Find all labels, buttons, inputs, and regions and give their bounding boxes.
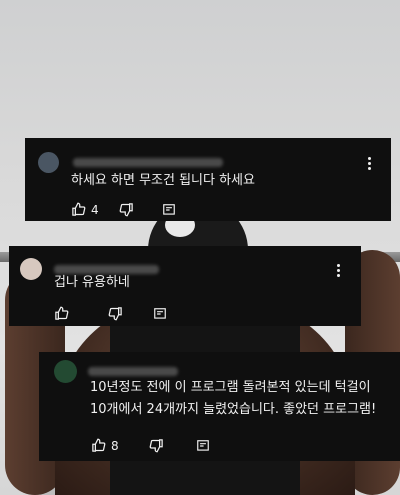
- thumb-down-icon: [149, 439, 163, 453]
- thumb-up-icon: [92, 438, 106, 452]
- blurred-username: [88, 367, 178, 376]
- comment-text-line-2: 10개에서 24개까지 늘렸었습니다. 좋았던 프로그램!: [90, 402, 377, 417]
- thumb-up-icon: [72, 202, 86, 216]
- reply-button[interactable]: [153, 307, 167, 321]
- comment-card-3: 10년정도 전에 이 프로그램 돌려본적 있는데 턱걸이 10개에서 24개까지…: [39, 352, 400, 461]
- user-avatar[interactable]: [54, 360, 77, 383]
- dislike-button[interactable]: [149, 438, 164, 453]
- dislike-button[interactable]: [119, 202, 134, 217]
- blurred-username: [73, 158, 223, 167]
- thumb-down-icon: [108, 307, 122, 321]
- comment-card-2: 겁나 유용하네: [9, 246, 361, 326]
- reply-button[interactable]: [196, 439, 210, 453]
- like-button[interactable]: 8: [91, 438, 119, 453]
- like-button[interactable]: [54, 306, 74, 321]
- more-vert-icon[interactable]: [367, 157, 371, 170]
- reply-icon: [162, 203, 175, 215]
- thumb-up-icon: [55, 306, 69, 320]
- comment-text: 하세요 하면 무조건 됩니다 하세요: [71, 173, 255, 188]
- user-avatar[interactable]: [20, 258, 42, 280]
- like-button[interactable]: 4: [71, 202, 99, 217]
- like-count: 4: [91, 202, 99, 217]
- reply-button[interactable]: [162, 203, 176, 217]
- dislike-button[interactable]: [108, 306, 123, 321]
- like-count: 8: [111, 438, 119, 453]
- reply-icon: [196, 439, 209, 451]
- user-avatar[interactable]: [38, 152, 59, 173]
- comment-text: 겁나 유용하네: [54, 275, 130, 290]
- comment-card-1: 하세요 하면 무조건 됩니다 하세요 4: [25, 138, 391, 221]
- thumb-down-icon: [119, 203, 133, 217]
- reply-icon: [154, 307, 166, 319]
- comment-text-line-1: 10년정도 전에 이 프로그램 돌려본적 있는데 턱걸이: [90, 380, 371, 395]
- more-vert-icon[interactable]: [336, 264, 340, 277]
